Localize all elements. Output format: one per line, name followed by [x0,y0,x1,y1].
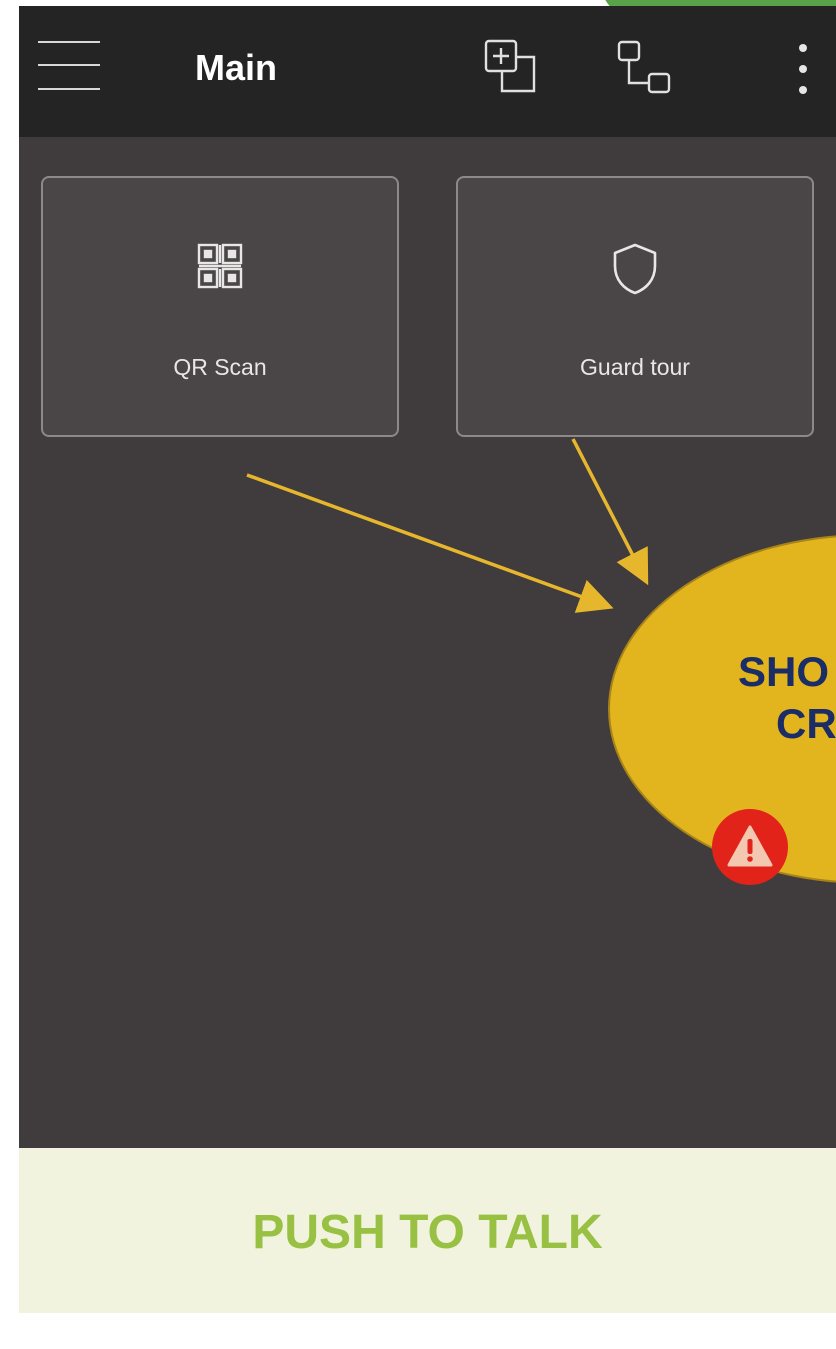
push-to-talk-button[interactable]: PUSH TO TALK [19,1148,836,1313]
app-screen: Main QR Scan Guard tour SHO CR PUSH TO T… [19,6,836,1313]
arrow-from-qr-scan [246,473,614,613]
shield-icon [611,242,659,301]
screenshot-page: Main QR Scan Guard tour SHO CR PUSH TO T… [0,0,836,1349]
qr-scan-card[interactable]: QR Scan [41,176,399,437]
multi-window-icon[interactable] [615,38,675,98]
qr-code-icon [196,242,244,295]
callout-line-2: CR [776,700,836,747]
more-vert-icon[interactable] [795,40,811,98]
callout-line-1: SHO [738,648,830,695]
emergency-alert-button[interactable] [712,809,788,885]
push-to-talk-label: PUSH TO TALK [252,1206,603,1259]
warning-icon [727,825,773,867]
page-title: Main [195,47,278,88]
guard-tour-card[interactable]: Guard tour [456,176,814,437]
guard-tour-label: Guard tour [580,354,690,380]
add-window-icon[interactable] [482,37,540,95]
arrow-from-guard-tour [571,438,649,586]
top-app-bar: Main [19,6,836,137]
menu-icon[interactable] [38,38,100,94]
qr-scan-label: QR Scan [173,354,267,380]
callout-text: SHO CR [738,646,836,750]
